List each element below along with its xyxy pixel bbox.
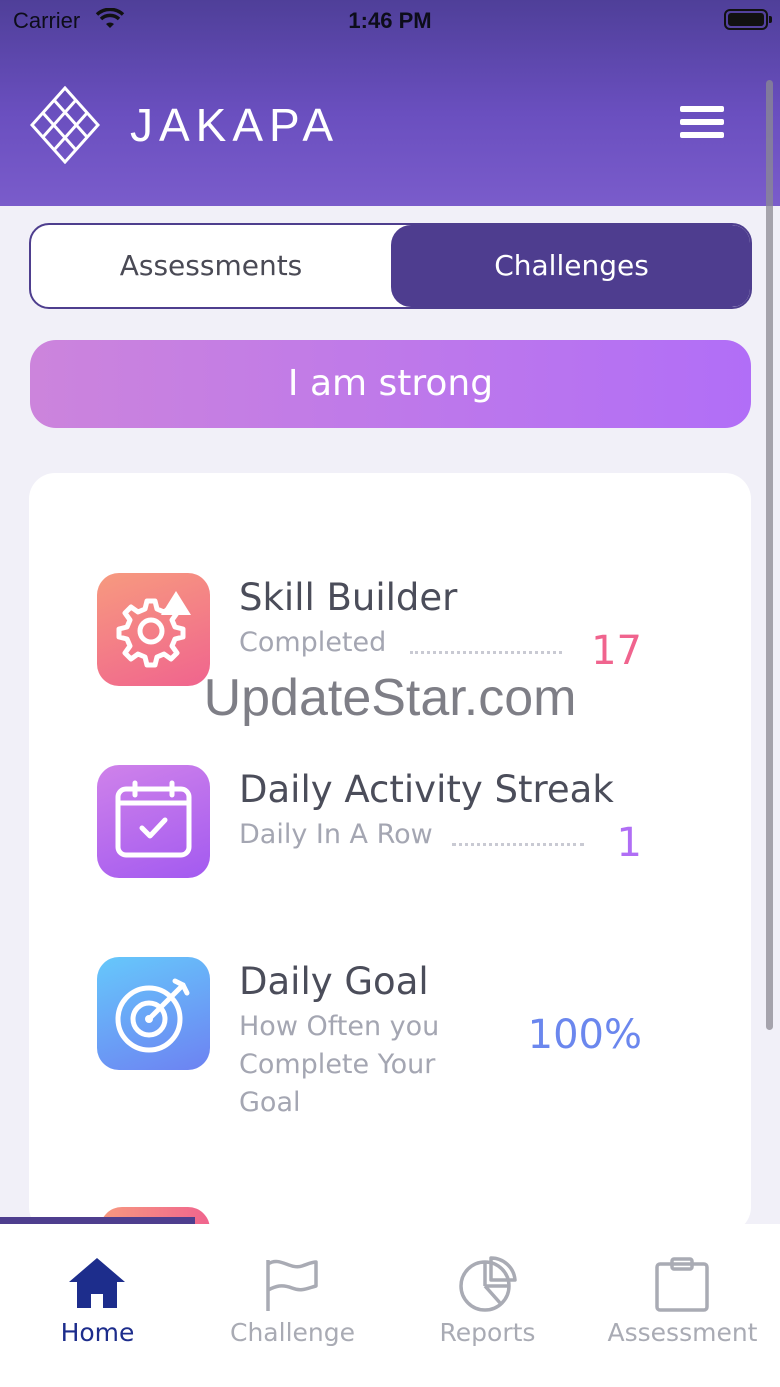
tab-assessments[interactable]: Assessments [31,225,391,307]
daily-streak-value: 1 [616,820,642,866]
daily-goal-subtitle-line1: How Often you [239,1011,440,1042]
status-bar: Carrier 1:46 PM [0,0,780,40]
tab-home-label: Home [60,1318,135,1347]
scrollbar[interactable] [766,80,773,1030]
clipboard-icon [655,1257,709,1312]
app-header: Carrier 1:46 PM JAKAPA [0,0,780,206]
pie-chart-icon [459,1256,517,1312]
tab-challenges[interactable]: Challenges [391,225,750,307]
home-icon [69,1258,125,1308]
tab-challenge[interactable]: Challenge [195,1224,390,1387]
active-tab-indicator [0,1217,195,1224]
daily-goal-tile [97,957,210,1070]
bottom-tab-bar: Home Challenge Reports Assessment [0,1224,780,1387]
daily-streak-tile [97,765,210,878]
assessments-challenges-toggle: Assessments Challenges [29,223,752,309]
calendar-check-icon [115,780,192,858]
daily-streak-subtitle: Daily In A Row [239,819,433,850]
affirmation-banner: I am strong [30,340,751,428]
skill-builder-subtitle: Completed [239,627,387,658]
daily-goal-subtitle-line3: Goal [239,1087,301,1118]
target-arrow-icon [115,978,190,1053]
lattice-logo-icon [30,86,100,164]
flag-icon [266,1259,318,1311]
tab-home[interactable]: Home [0,1224,195,1387]
tab-assessment[interactable]: Assessment [585,1224,780,1387]
skill-builder-title: Skill Builder [239,576,458,619]
tab-reports-label: Reports [439,1318,536,1347]
tab-assessment-label: Assessment [607,1318,758,1347]
clock: 1:46 PM [348,8,432,33]
daily-goal-value: 100% [527,1012,642,1058]
tab-reports[interactable]: Reports [390,1224,585,1387]
daily-goal-subtitle-line2: Complete Your [239,1049,436,1080]
battery-icon [724,9,772,30]
daily-goal-title: Daily Goal [239,960,429,1003]
hamburger-menu-icon[interactable] [680,106,724,144]
watermark-text: UpdateStar.com [203,669,577,727]
tab-challenge-label: Challenge [230,1318,355,1347]
daily-streak-title: Daily Activity Streak [239,768,614,811]
brand-wordmark: JAKAPA [130,99,339,151]
